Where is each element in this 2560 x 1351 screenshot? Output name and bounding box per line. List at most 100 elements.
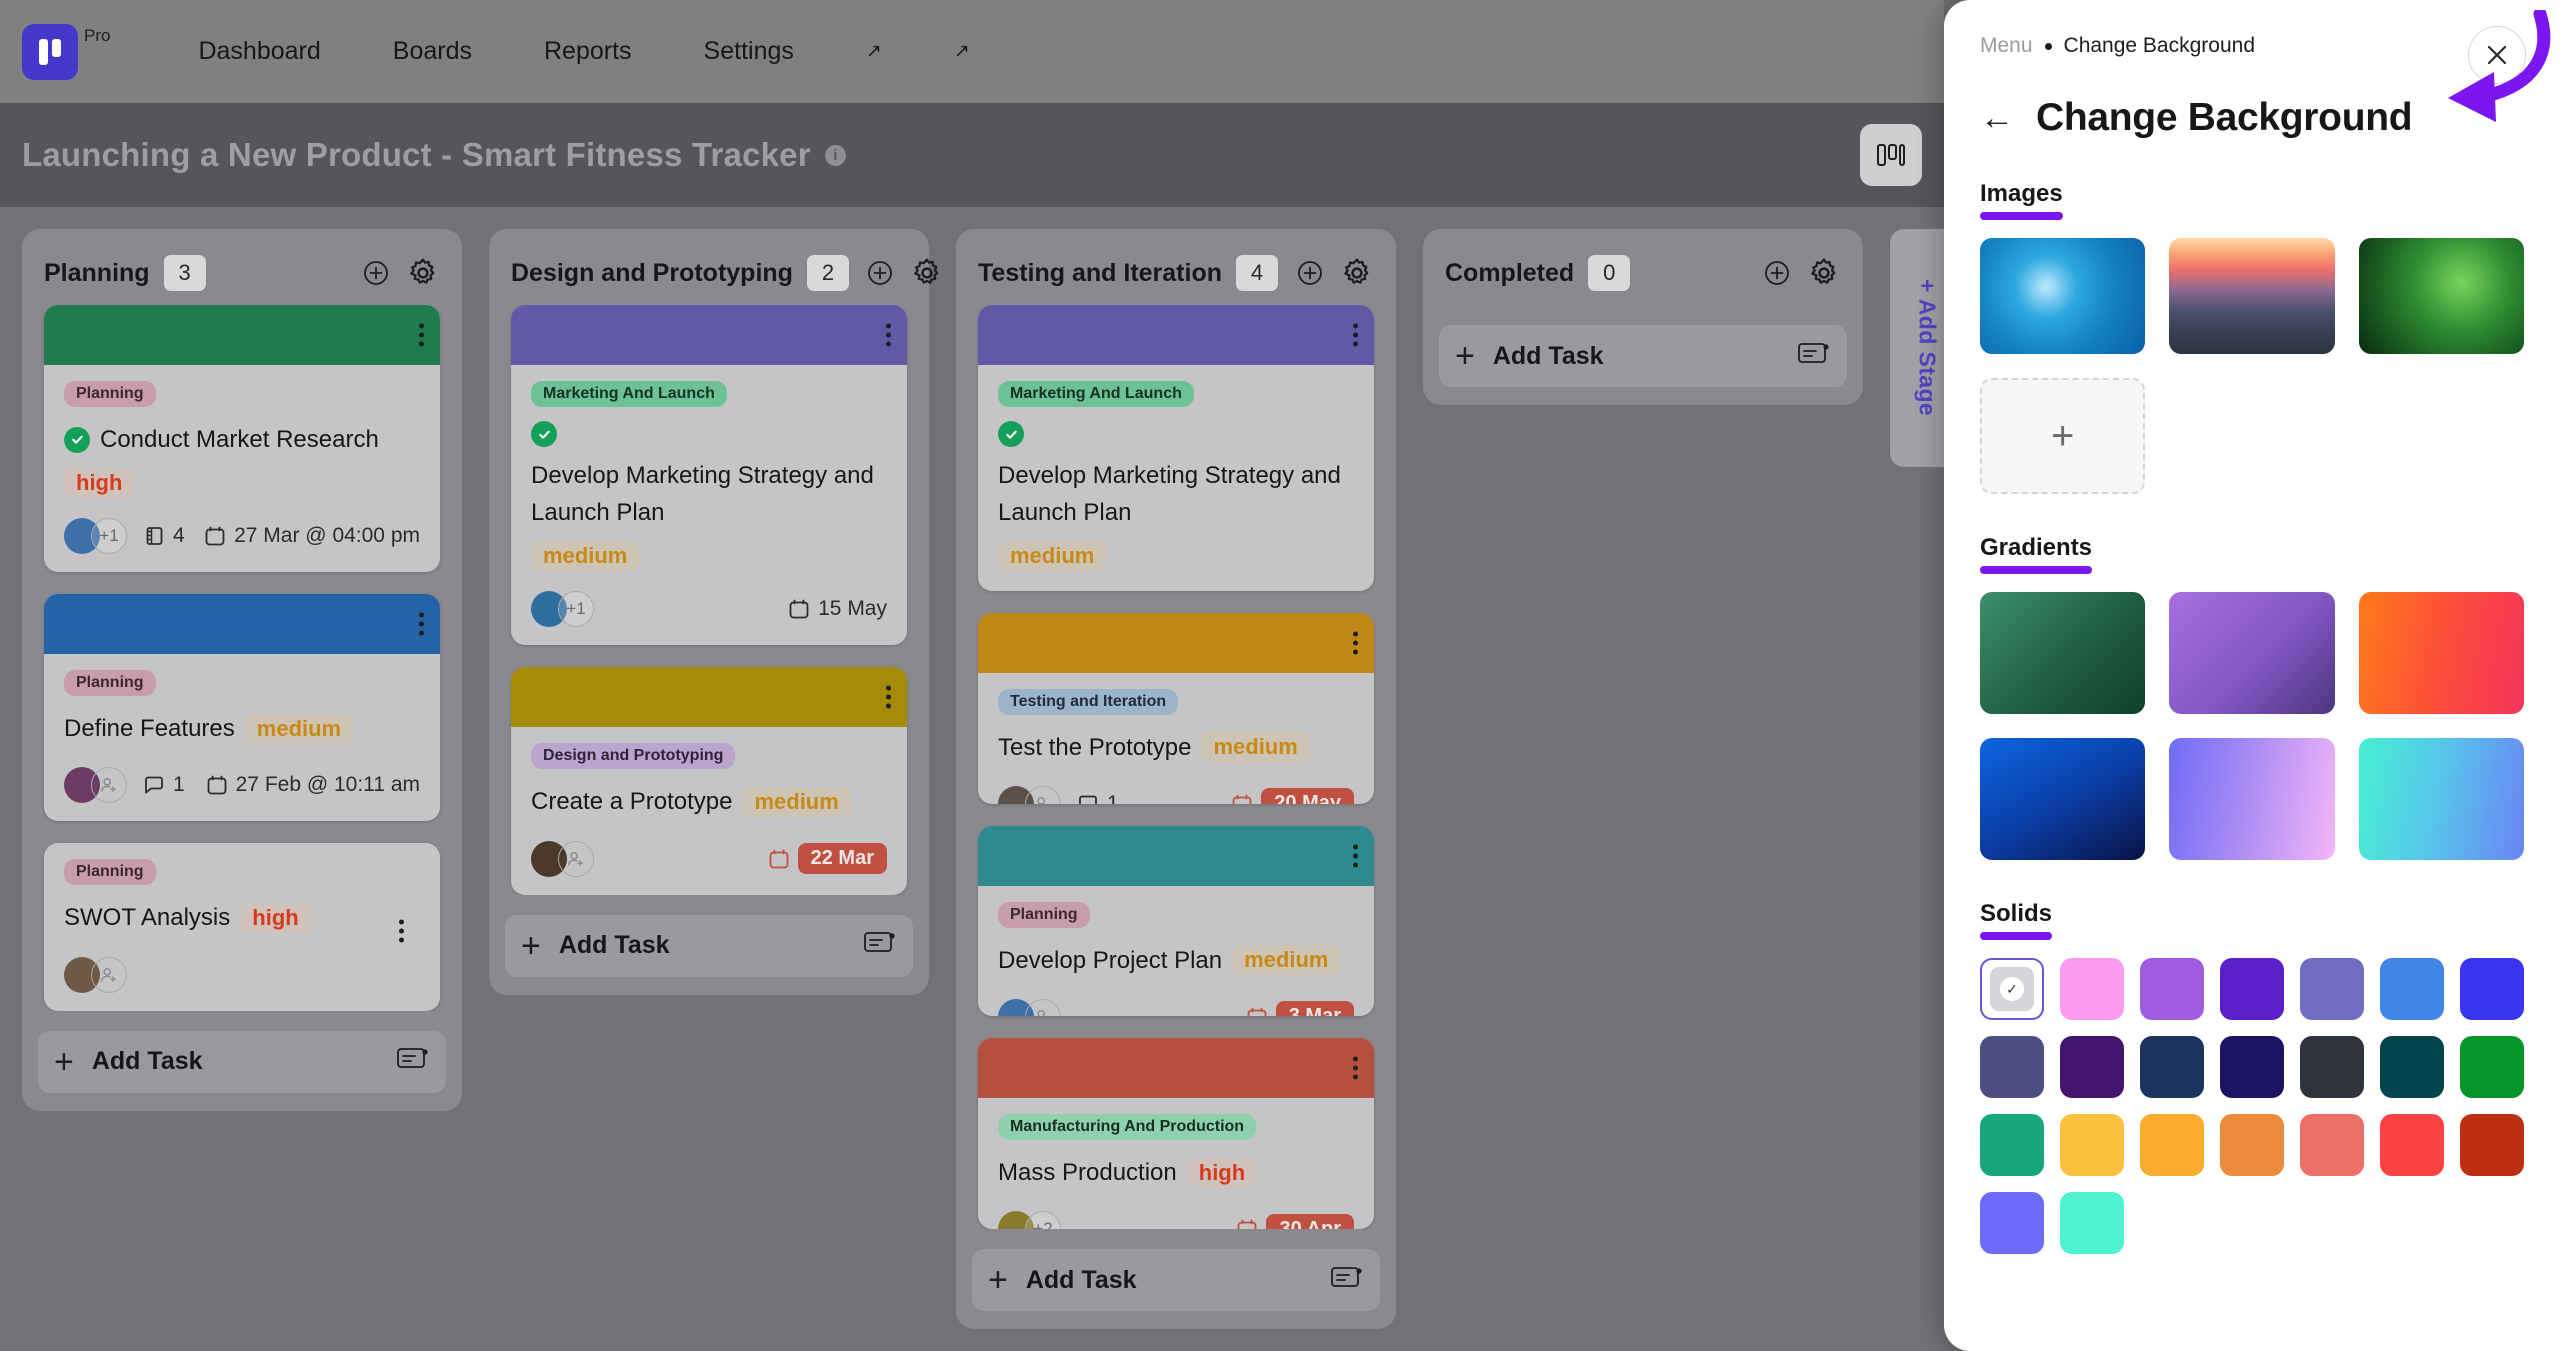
add-from-template-button[interactable] [863, 929, 897, 962]
card-menu-button[interactable] [1353, 631, 1358, 655]
add-card-icon[interactable] [359, 256, 393, 290]
add-assignee-icon[interactable] [1033, 794, 1053, 804]
app-logo[interactable]: Pro [22, 23, 110, 80]
assignee-avatars[interactable] [64, 767, 127, 804]
solid-light-purple[interactable] [2140, 958, 2204, 1020]
solid-none-selected[interactable]: ✓ [1980, 958, 2044, 1020]
card-menu-button[interactable] [886, 323, 891, 347]
task-card[interactable]: Marketing And Launch Develop Marketing St… [978, 305, 1374, 591]
assignee-avatars[interactable] [64, 956, 127, 993]
nav-item-community[interactable]: ↗ [830, 40, 918, 63]
nav-item-boards[interactable]: Boards [357, 37, 508, 66]
upload-image-button[interactable]: + [1980, 378, 2146, 494]
card-menu-button[interactable] [399, 919, 404, 943]
add-assignee-icon[interactable] [566, 849, 586, 869]
gradient-green[interactable] [1980, 592, 2146, 714]
task-card[interactable]: Marketing And Launch Develop Marketing St… [511, 305, 907, 646]
solid-aquamarine[interactable] [2060, 1192, 2124, 1254]
add-card-icon[interactable] [863, 256, 897, 290]
add-card-icon[interactable] [1760, 256, 1794, 290]
gear-icon[interactable] [1340, 256, 1374, 290]
task-card[interactable]: Manufacturing And Production Mass Product… [978, 1038, 1374, 1229]
gradient-teal-blue[interactable] [2358, 738, 2524, 860]
solid-orange[interactable] [2220, 1114, 2284, 1176]
solid-blue[interactable] [2460, 958, 2524, 1020]
solid-midnight[interactable] [2220, 1036, 2284, 1098]
task-card[interactable]: Planning SWOT Analysis high [44, 843, 440, 1011]
solid-yellow[interactable] [2060, 1114, 2124, 1176]
underwater-ocean-thumbnail[interactable] [1980, 238, 2146, 354]
nav-item-reports[interactable]: Reports [508, 37, 668, 66]
gradient-purple[interactable] [2169, 592, 2335, 714]
gradient-orange-red[interactable] [2358, 592, 2524, 714]
gradient-indigo-pink[interactable] [2169, 738, 2335, 860]
assignee-avatars[interactable]: +2 [998, 1211, 1061, 1229]
solid-muted-indigo[interactable] [1980, 1036, 2044, 1098]
nav-item-dashboard[interactable]: Dashboard [162, 37, 356, 66]
task-card[interactable]: Design and Prototyping Create a Prototype… [511, 667, 907, 895]
solid-brick-red[interactable] [2460, 1114, 2524, 1176]
assignee-avatars[interactable]: +1 [64, 518, 127, 555]
add-card-button[interactable] [863, 256, 897, 290]
add-assignee-button[interactable] [558, 840, 594, 877]
solid-dark-teal[interactable] [2380, 1036, 2444, 1098]
view-toggle-button[interactable] [1860, 124, 1922, 186]
assignee-avatars[interactable] [998, 785, 1061, 804]
add-card-button[interactable] [1293, 256, 1327, 290]
solid-sky-blue[interactable] [2380, 958, 2444, 1020]
solid-periwinkle[interactable] [1980, 1192, 2044, 1254]
add-card-button[interactable] [359, 256, 393, 290]
add-assignee-button[interactable] [91, 956, 127, 993]
column-settings-button[interactable] [406, 256, 440, 290]
add-assignee-button[interactable] [91, 767, 127, 804]
add-assignee-button[interactable] [1025, 998, 1061, 1017]
task-card[interactable]: Planning Define Features medium 1 27 Feb @ 1… [44, 594, 440, 822]
add-task-button[interactable]: + Add Task [972, 1249, 1380, 1311]
task-card[interactable]: Planning Develop Project Plan medium 3 Mar [978, 825, 1374, 1017]
back-arrow-icon[interactable]: ← [1980, 101, 2014, 135]
add-from-template-button[interactable] [396, 1045, 430, 1078]
nav-item-settings[interactable]: Settings [668, 37, 830, 66]
solid-slate-purple[interactable] [2300, 958, 2364, 1020]
task-card[interactable]: Testing and Iteration Test the Prototype m… [978, 612, 1374, 804]
column-settings-button[interactable] [1340, 256, 1374, 290]
card-menu-button[interactable] [886, 685, 891, 709]
solid-pink[interactable] [2060, 958, 2124, 1020]
add-assignee-icon[interactable] [99, 965, 119, 985]
gear-icon[interactable] [1807, 256, 1841, 290]
solid-amber[interactable] [2140, 1114, 2204, 1176]
assignee-avatars[interactable] [531, 840, 594, 877]
add-from-template-button[interactable] [1797, 340, 1831, 373]
close-panel-button[interactable] [2468, 26, 2526, 84]
template-icon[interactable] [396, 1045, 430, 1073]
add-card-button[interactable] [1760, 256, 1794, 290]
assignee-avatars[interactable] [998, 998, 1061, 1017]
add-assignee-icon[interactable] [1033, 1007, 1053, 1017]
add-assignee-icon[interactable] [99, 775, 119, 795]
card-menu-button[interactable] [419, 323, 424, 347]
add-task-button[interactable]: + Add Task [38, 1030, 446, 1093]
solid-red[interactable] [2380, 1114, 2444, 1176]
solid-salmon[interactable] [2300, 1114, 2364, 1176]
card-menu-button[interactable] [1353, 323, 1358, 347]
gear-icon[interactable] [406, 256, 440, 290]
column-settings-button[interactable] [1807, 256, 1841, 290]
add-stage-button[interactable]: + Add Stage [1890, 229, 1944, 467]
solid-violet[interactable] [2220, 958, 2284, 1020]
breadcrumb-root[interactable]: Menu [1980, 34, 2033, 58]
template-icon[interactable] [1330, 1264, 1364, 1292]
info-icon[interactable]: i [824, 145, 846, 166]
template-icon[interactable] [1797, 340, 1831, 368]
solid-green[interactable] [2460, 1036, 2524, 1098]
gradient-blue-navy[interactable] [1980, 738, 2146, 860]
add-task-button[interactable]: + Add Task [1439, 325, 1847, 387]
solid-charcoal[interactable] [2300, 1036, 2364, 1098]
solid-deep-purple[interactable] [2060, 1036, 2124, 1098]
card-menu-button[interactable] [419, 612, 424, 636]
green-leaves-thumbnail[interactable] [2358, 238, 2524, 354]
nav-item-frontend-portal[interactable]: ↗ [918, 40, 1006, 63]
add-from-template-button[interactable] [1330, 1264, 1364, 1297]
task-card[interactable]: Planning Conduct Market Research high +1 4 27… [44, 305, 440, 573]
add-card-icon[interactable] [1293, 256, 1327, 290]
column-settings-button[interactable] [910, 256, 944, 290]
